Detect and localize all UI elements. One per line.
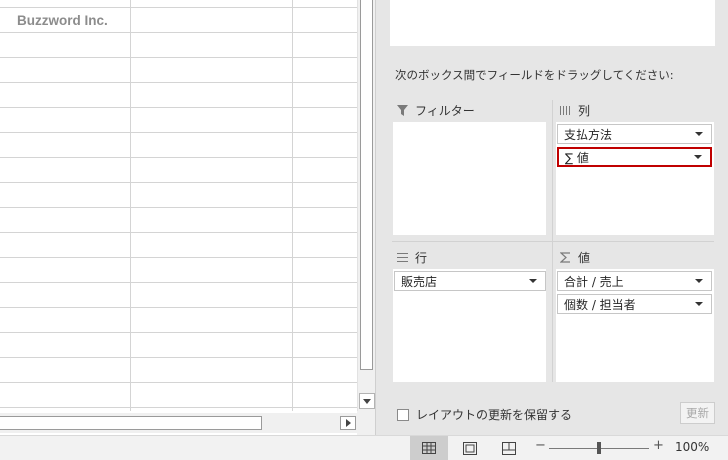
field-label: 合計 / 売上 [564,274,624,289]
value-field-chip[interactable]: 個数 / 担当者 [557,294,712,314]
chevron-right-icon [345,419,351,427]
values-area-title: 値 [578,251,591,265]
filter-area-title: フィルター [415,104,475,118]
rows-icon [396,252,408,264]
row-gridline [0,207,357,208]
row-gridline [0,307,357,308]
normal-view-icon [422,442,436,454]
row-gridline [0,182,357,183]
horizontal-scrollbar[interactable] [0,413,357,433]
sigma-icon [559,252,571,264]
page-break-view-button[interactable] [490,436,528,460]
column-field-chip[interactable]: 支払方法 [557,124,712,144]
row-gridline [0,332,357,333]
excel-window: Buzzword Inc. 次のボックス間でフィールドをドラッグしてください: … [0,0,728,460]
normal-view-button[interactable] [410,436,448,460]
value-field-chip[interactable]: 合計 / 売上 [557,271,712,291]
area-divider [392,241,714,242]
page-layout-view-button[interactable] [451,436,489,460]
defer-update-checkbox[interactable] [397,408,409,421]
column-gridline [292,0,293,411]
drag-instructions: 次のボックス間でフィールドをドラッグしてください: [395,68,674,82]
field-label: ∑ 値 [565,150,589,165]
rows-area-title: 行 [415,251,428,265]
filter-icon [396,105,408,117]
row-gridline [0,257,357,258]
scrollbar-corner [357,411,375,435]
rows-area-header: 行 [396,249,427,266]
cell-company-name[interactable]: Buzzword Inc. [17,13,108,28]
row-gridline [0,57,357,58]
field-label: 販売店 [401,274,438,289]
page-break-icon [502,441,516,455]
vertical-scrollbar[interactable] [357,0,375,411]
row-gridline [0,232,357,233]
field-label: 支払方法 [564,127,613,142]
row-gridline [0,407,357,408]
chevron-down-icon[interactable] [529,279,537,283]
defer-update-option[interactable]: レイアウトの更新を保留する [397,406,572,423]
column-field-chip-selected[interactable]: ∑ 値 [557,147,712,167]
row-gridline [0,82,357,83]
row-gridline [0,7,357,8]
zoom-slider-handle[interactable] [597,442,601,454]
zoom-in-button[interactable]: + [653,438,664,453]
values-area-header: 値 [559,249,590,266]
row-gridline [0,357,357,358]
row-gridline [0,32,357,33]
update-button[interactable]: 更新 [680,402,715,424]
chevron-down-icon[interactable] [695,132,703,136]
worksheet-grid[interactable]: Buzzword Inc. [0,0,357,411]
chevron-down-icon [363,398,371,404]
filter-drop-area[interactable] [393,122,546,235]
columns-area-title: 列 [578,104,591,118]
row-gridline [0,382,357,383]
field-label: 個数 / 担当者 [564,297,636,312]
row-field-chip[interactable]: 販売店 [394,271,546,291]
columns-icon [559,105,571,117]
row-gridline [0,132,357,133]
columns-area-header: 列 [559,102,590,119]
vertical-scroll-thumb[interactable] [360,0,373,370]
pivot-fields-pane: 次のボックス間でフィールドをドラッグしてください: フィルター 列 支払方法 ∑… [375,0,728,435]
chevron-down-icon[interactable] [695,302,703,306]
defer-update-label: レイアウトの更新を保留する [416,408,573,422]
row-gridline [0,282,357,283]
page-layout-icon [463,441,477,455]
row-gridline [0,107,357,108]
field-list-box[interactable] [390,0,715,46]
scroll-right-button[interactable] [340,416,356,430]
horizontal-scroll-thumb[interactable] [0,416,262,430]
zoom-out-button[interactable]: − [535,438,546,453]
row-gridline [0,157,357,158]
filter-area-header: フィルター [396,102,475,119]
zoom-level[interactable]: 100% [675,440,709,454]
chevron-down-icon[interactable] [694,155,702,159]
chevron-down-icon[interactable] [695,279,703,283]
column-gridline [130,0,131,411]
scroll-down-button[interactable] [359,393,375,409]
status-bar: − + 100% [0,435,728,460]
